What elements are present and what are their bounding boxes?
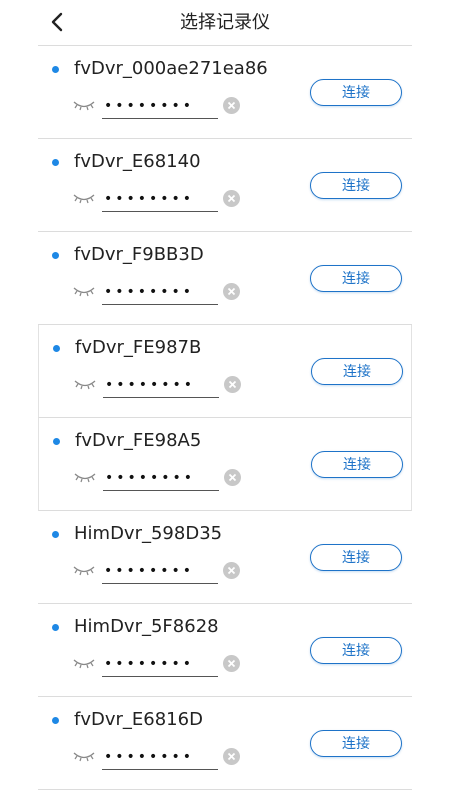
password-field[interactable] bbox=[102, 651, 218, 677]
clear-input-button[interactable] bbox=[223, 655, 240, 672]
device-name: fvDvr_F9BB3D bbox=[74, 244, 204, 265]
page-title: 选择记录仪 bbox=[180, 12, 270, 33]
connect-button[interactable]: 连接 bbox=[311, 451, 403, 478]
device-row: fvDvr_E68140 连接 bbox=[38, 139, 412, 232]
connect-button[interactable]: 连接 bbox=[311, 358, 403, 385]
connect-button[interactable]: 连接 bbox=[310, 79, 402, 106]
device-name: fvDvr_FE98A5 bbox=[75, 430, 202, 451]
device-name: fvDvr_FE987B bbox=[75, 337, 202, 358]
close-icon bbox=[227, 101, 236, 110]
close-icon bbox=[228, 473, 237, 482]
device-row: fvDvr_FE987B 连接 bbox=[38, 325, 412, 418]
device-row: fvDvr_FE98A5 连接 bbox=[38, 418, 412, 511]
eye-closed-icon[interactable] bbox=[73, 191, 95, 205]
device-row: HimDvr_598D35 连接 bbox=[38, 511, 412, 604]
close-icon bbox=[228, 380, 237, 389]
eye-closed-icon[interactable] bbox=[73, 563, 95, 577]
status-dot bbox=[52, 624, 59, 631]
eye-closed-icon[interactable] bbox=[74, 377, 96, 391]
password-field[interactable] bbox=[102, 186, 218, 212]
eye-closed-icon[interactable] bbox=[73, 98, 95, 112]
device-name: HimDvr_598D35 bbox=[74, 523, 223, 544]
device-name: fvDvr_E6816D bbox=[74, 709, 203, 730]
connect-button[interactable]: 连接 bbox=[310, 637, 402, 664]
close-icon bbox=[227, 566, 236, 575]
clear-input-button[interactable] bbox=[224, 376, 241, 393]
password-field[interactable] bbox=[103, 372, 219, 398]
password-field[interactable] bbox=[103, 465, 219, 491]
device-row: fvDvr_000ae271ea86 连接 bbox=[38, 46, 412, 139]
password-field[interactable] bbox=[102, 279, 218, 305]
status-dot bbox=[52, 252, 59, 259]
status-dot bbox=[52, 66, 59, 73]
device-name: fvDvr_E68140 bbox=[74, 151, 201, 172]
password-field[interactable] bbox=[102, 558, 218, 584]
close-icon bbox=[227, 194, 236, 203]
status-dot bbox=[52, 531, 59, 538]
close-icon bbox=[227, 659, 236, 668]
eye-closed-icon[interactable] bbox=[74, 470, 96, 484]
password-field[interactable] bbox=[102, 93, 218, 119]
device-row: HimDvr_5F8628 连接 bbox=[38, 604, 412, 697]
password-field[interactable] bbox=[102, 744, 218, 770]
clear-input-button[interactable] bbox=[223, 283, 240, 300]
status-dot bbox=[53, 438, 60, 445]
clear-input-button[interactable] bbox=[223, 562, 240, 579]
device-row: fvDvr_F9BB3D 连接 bbox=[38, 232, 412, 325]
connect-button[interactable]: 连接 bbox=[310, 730, 402, 757]
device-name: HimDvr_5F8628 bbox=[74, 616, 219, 637]
device-row: fvDvr_E6816D 连接 bbox=[38, 697, 412, 790]
connect-button[interactable]: 连接 bbox=[310, 544, 402, 571]
close-icon bbox=[227, 752, 236, 761]
clear-input-button[interactable] bbox=[223, 748, 240, 765]
device-name: fvDvr_000ae271ea86 bbox=[74, 58, 268, 79]
eye-closed-icon[interactable] bbox=[73, 749, 95, 763]
close-icon bbox=[227, 287, 236, 296]
status-dot bbox=[52, 159, 59, 166]
connect-button[interactable]: 连接 bbox=[310, 172, 402, 199]
status-dot bbox=[53, 345, 60, 352]
status-dot bbox=[52, 717, 59, 724]
connect-button[interactable]: 连接 bbox=[310, 265, 402, 292]
clear-input-button[interactable] bbox=[223, 97, 240, 114]
header-bar: 选择记录仪 bbox=[0, 0, 450, 46]
clear-input-button[interactable] bbox=[223, 190, 240, 207]
eye-closed-icon[interactable] bbox=[73, 656, 95, 670]
clear-input-button[interactable] bbox=[224, 469, 241, 486]
device-list: fvDvr_000ae271ea86 连接 fvDvr_E68140 连接 fv… bbox=[38, 46, 412, 790]
eye-closed-icon[interactable] bbox=[73, 284, 95, 298]
